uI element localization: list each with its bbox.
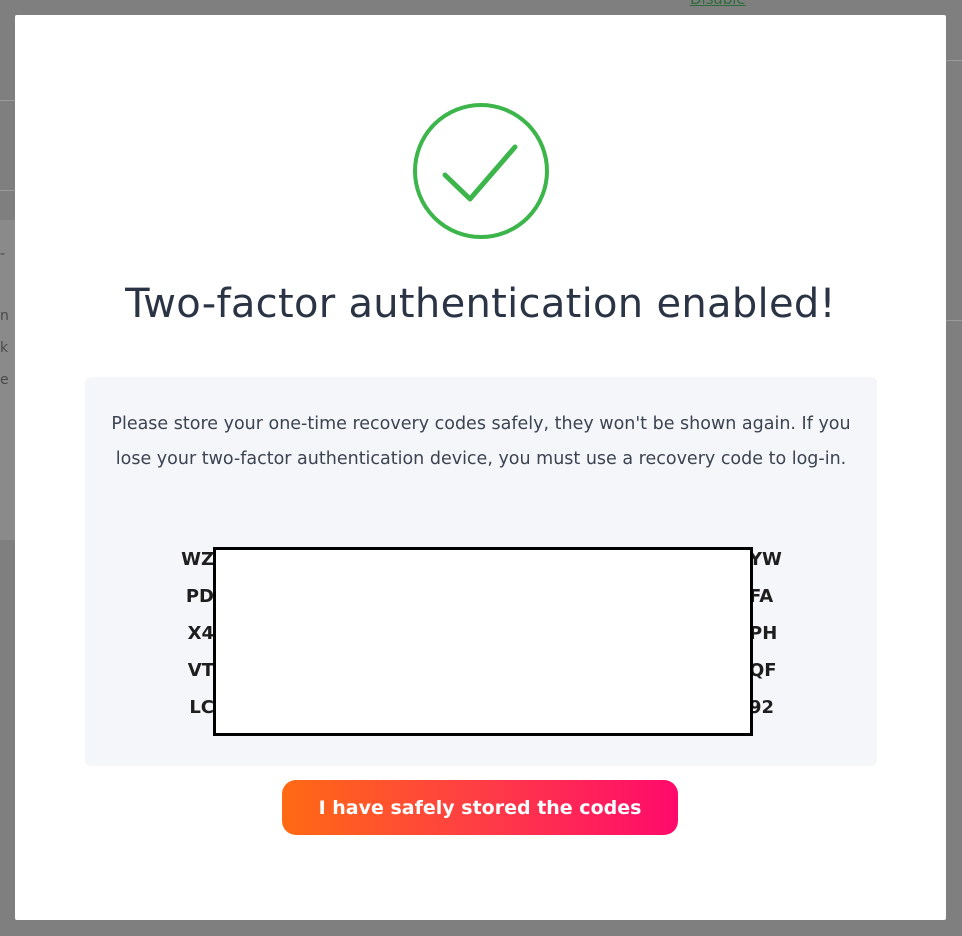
background-divider bbox=[0, 190, 15, 191]
background-text-fragment: e bbox=[0, 372, 9, 388]
recovery-codes-panel: Please store your one-time recovery code… bbox=[85, 377, 877, 766]
background-divider bbox=[946, 320, 962, 321]
redaction-box bbox=[213, 547, 753, 736]
background-text-fragment: - bbox=[0, 246, 6, 262]
recovery-code-start: X4 bbox=[187, 623, 214, 644]
check-circle-icon bbox=[413, 103, 549, 239]
recovery-code-start: LC bbox=[189, 697, 214, 718]
background-divider bbox=[946, 60, 962, 61]
background-text-fragment: k bbox=[0, 340, 9, 356]
recovery-instructions: Please store your one-time recovery code… bbox=[111, 414, 851, 469]
background-text-fragment: n bbox=[0, 308, 9, 324]
two-factor-success-modal: Two-factor authentication enabled! Pleas… bbox=[15, 15, 946, 920]
background-disable-link: Disable bbox=[690, 0, 746, 8]
recovery-code-start: PD bbox=[185, 586, 214, 607]
recovery-codes-list: WZ YW PD FA X4 PH VT QF LC 92 bbox=[85, 547, 877, 739]
recovery-code-end: YW bbox=[749, 549, 782, 570]
codes-stored-button[interactable]: I have safely stored the codes bbox=[282, 780, 678, 835]
recovery-code-start: WZ bbox=[181, 549, 214, 570]
recovery-code-end: PH bbox=[749, 623, 778, 644]
recovery-code-start: VT bbox=[187, 660, 214, 681]
modal-title: Two-factor authentication enabled! bbox=[125, 281, 836, 327]
background-divider bbox=[0, 100, 15, 101]
recovery-code-end: QF bbox=[749, 660, 777, 681]
